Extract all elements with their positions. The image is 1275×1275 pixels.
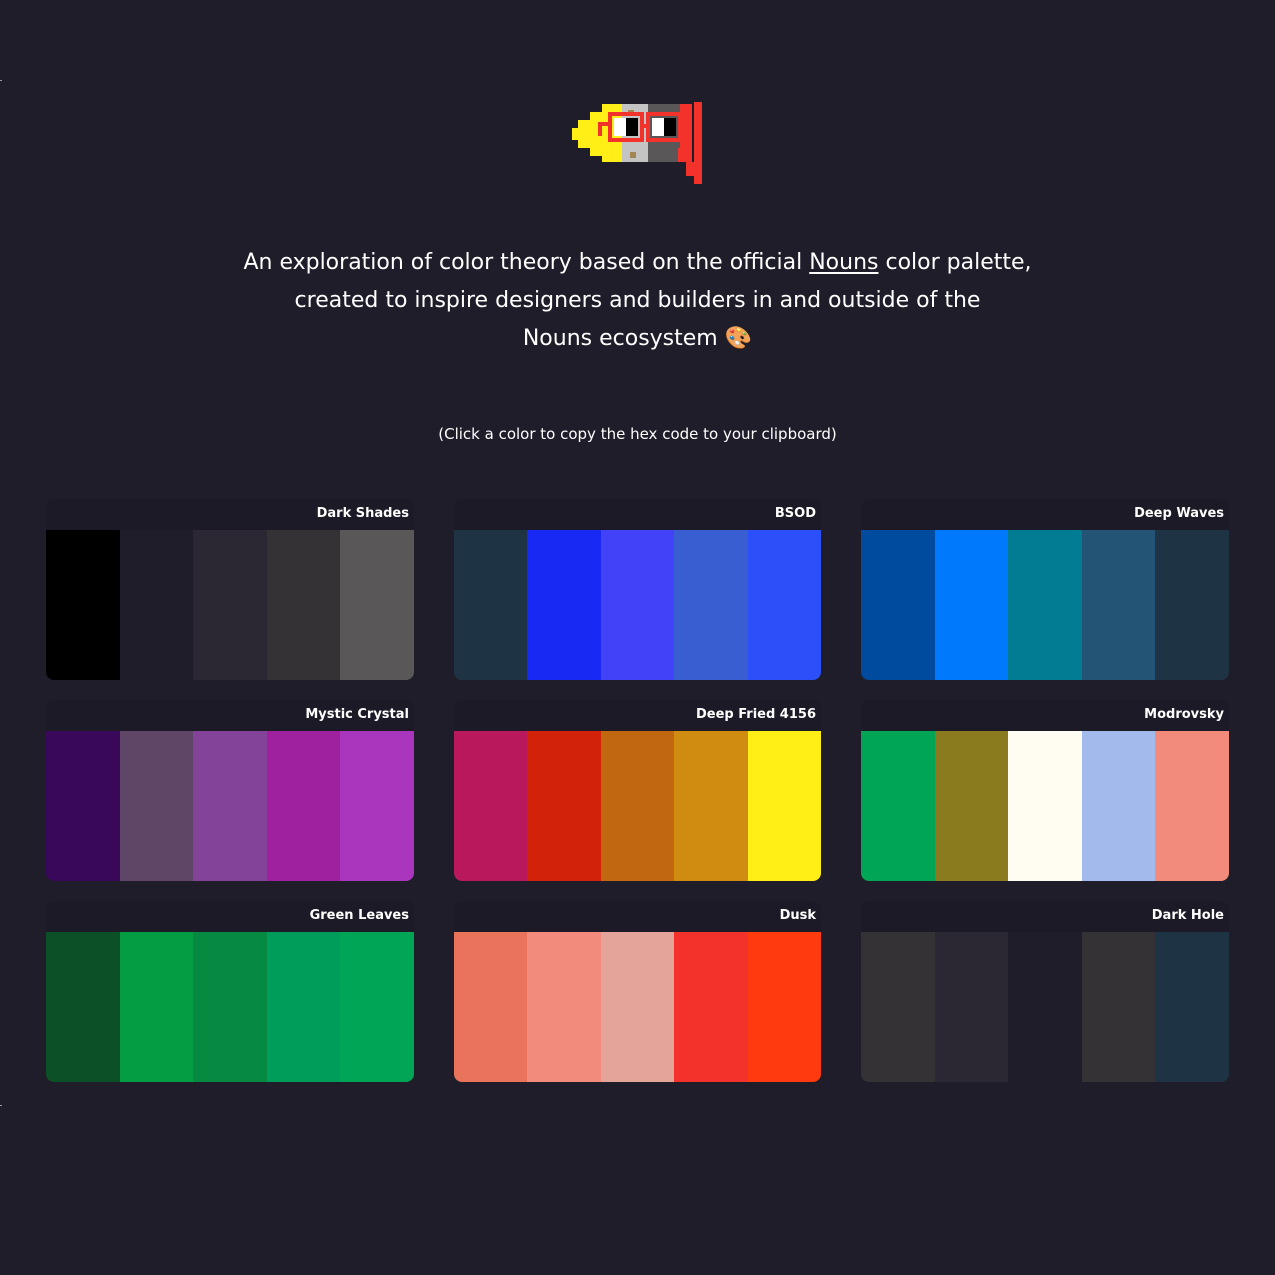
color-swatch[interactable] [674,731,748,881]
color-swatch[interactable] [600,530,675,680]
palette-swatches [861,731,1229,881]
palette-name: Dark Shades [46,499,414,530]
color-swatch[interactable] [674,932,748,1082]
edge-tick [0,80,2,81]
color-swatch[interactable] [46,530,120,680]
color-swatch[interactable] [1081,731,1156,881]
color-swatch[interactable] [340,731,414,881]
palette-card: Modrovsky [861,700,1229,881]
color-swatch[interactable] [1155,932,1229,1082]
color-swatch[interactable] [600,932,675,1082]
palette-name: Dusk [454,901,821,932]
color-swatch[interactable] [600,731,675,881]
intro-line-3: Nouns ecosystem 🎨 [200,320,1075,358]
palette-emoji-icon: 🎨 [724,326,753,351]
palette-swatches [861,530,1229,680]
palette-name: Deep Waves [861,499,1229,530]
palette-grid: Dark Shades BSOD Deep Waves Mystic Crystal D… [46,499,1229,1082]
color-swatch[interactable] [527,731,601,881]
color-swatch[interactable] [861,932,935,1082]
palette-swatches [46,932,414,1082]
color-swatch[interactable] [861,731,935,881]
intro-line-1-suffix: color palette, [878,250,1032,275]
palette-card: Dark Shades [46,499,414,680]
nouns-link[interactable]: Nouns [809,250,878,275]
palette-name: Modrovsky [861,700,1229,731]
color-swatch[interactable] [934,530,1009,680]
color-swatch[interactable] [119,932,194,1082]
color-swatch[interactable] [1008,731,1082,881]
palette-name: Mystic Crystal [46,700,414,731]
color-swatch[interactable] [1008,932,1082,1082]
palette-card: Dusk [454,901,821,1082]
palette-name: Dark Hole [861,901,1229,932]
color-swatch[interactable] [747,530,821,680]
color-swatch[interactable] [934,932,1009,1082]
intro-line-1: An exploration of color theory based on … [200,244,1075,282]
palette-name: Green Leaves [46,901,414,932]
color-swatch[interactable] [1081,932,1156,1082]
color-swatch[interactable] [747,932,821,1082]
color-swatch[interactable] [193,932,267,1082]
palette-swatches [46,530,414,680]
color-swatch[interactable] [193,530,267,680]
color-swatch[interactable] [527,530,601,680]
color-swatch[interactable] [266,731,341,881]
palette-card: Mystic Crystal [46,700,414,881]
color-swatch[interactable] [340,530,414,680]
intro-line-1-prefix: An exploration of color theory based on … [243,250,810,275]
color-swatch[interactable] [454,932,528,1082]
color-swatch[interactable] [861,530,935,680]
color-swatch[interactable] [934,731,1009,881]
color-swatch[interactable] [340,932,414,1082]
color-swatch[interactable] [454,530,528,680]
color-swatch[interactable] [46,731,120,881]
palette-card: Deep Waves [861,499,1229,680]
copy-hint: (Click a color to copy the hex code to y… [438,425,837,443]
palette-swatches [46,731,414,881]
page: An exploration of color theory based on … [0,0,1275,1275]
color-swatch[interactable] [266,530,341,680]
color-swatch[interactable] [1155,530,1229,680]
palette-card: BSOD [454,499,821,680]
palette-card: Green Leaves [46,901,414,1082]
color-swatch[interactable] [119,731,194,881]
color-swatch[interactable] [193,731,267,881]
color-swatch[interactable] [1081,530,1156,680]
palette-swatches [454,530,821,680]
palette-swatches [454,932,821,1082]
color-swatch[interactable] [1008,530,1082,680]
palette-name: BSOD [454,499,821,530]
color-swatch[interactable] [527,932,601,1082]
color-swatch[interactable] [46,932,120,1082]
palette-swatches [861,932,1229,1082]
palette-swatches [454,731,821,881]
color-swatch[interactable] [674,530,748,680]
intro-line-2: created to inspire designers and builder… [294,288,981,313]
intro-text: An exploration of color theory based on … [200,244,1075,358]
color-swatch[interactable] [747,731,821,881]
intro-line-3-text: Nouns ecosystem [522,326,718,351]
color-swatch[interactable] [1155,731,1229,881]
nouns-glasses-icon [572,102,702,184]
color-swatch[interactable] [119,530,194,680]
edge-tick [0,1105,2,1106]
color-swatch[interactable] [454,731,528,881]
palette-card: Dark Hole [861,901,1229,1082]
palette-name: Deep Fried 4156 [454,700,821,731]
palette-card: Deep Fried 4156 [454,700,821,881]
color-swatch[interactable] [266,932,341,1082]
